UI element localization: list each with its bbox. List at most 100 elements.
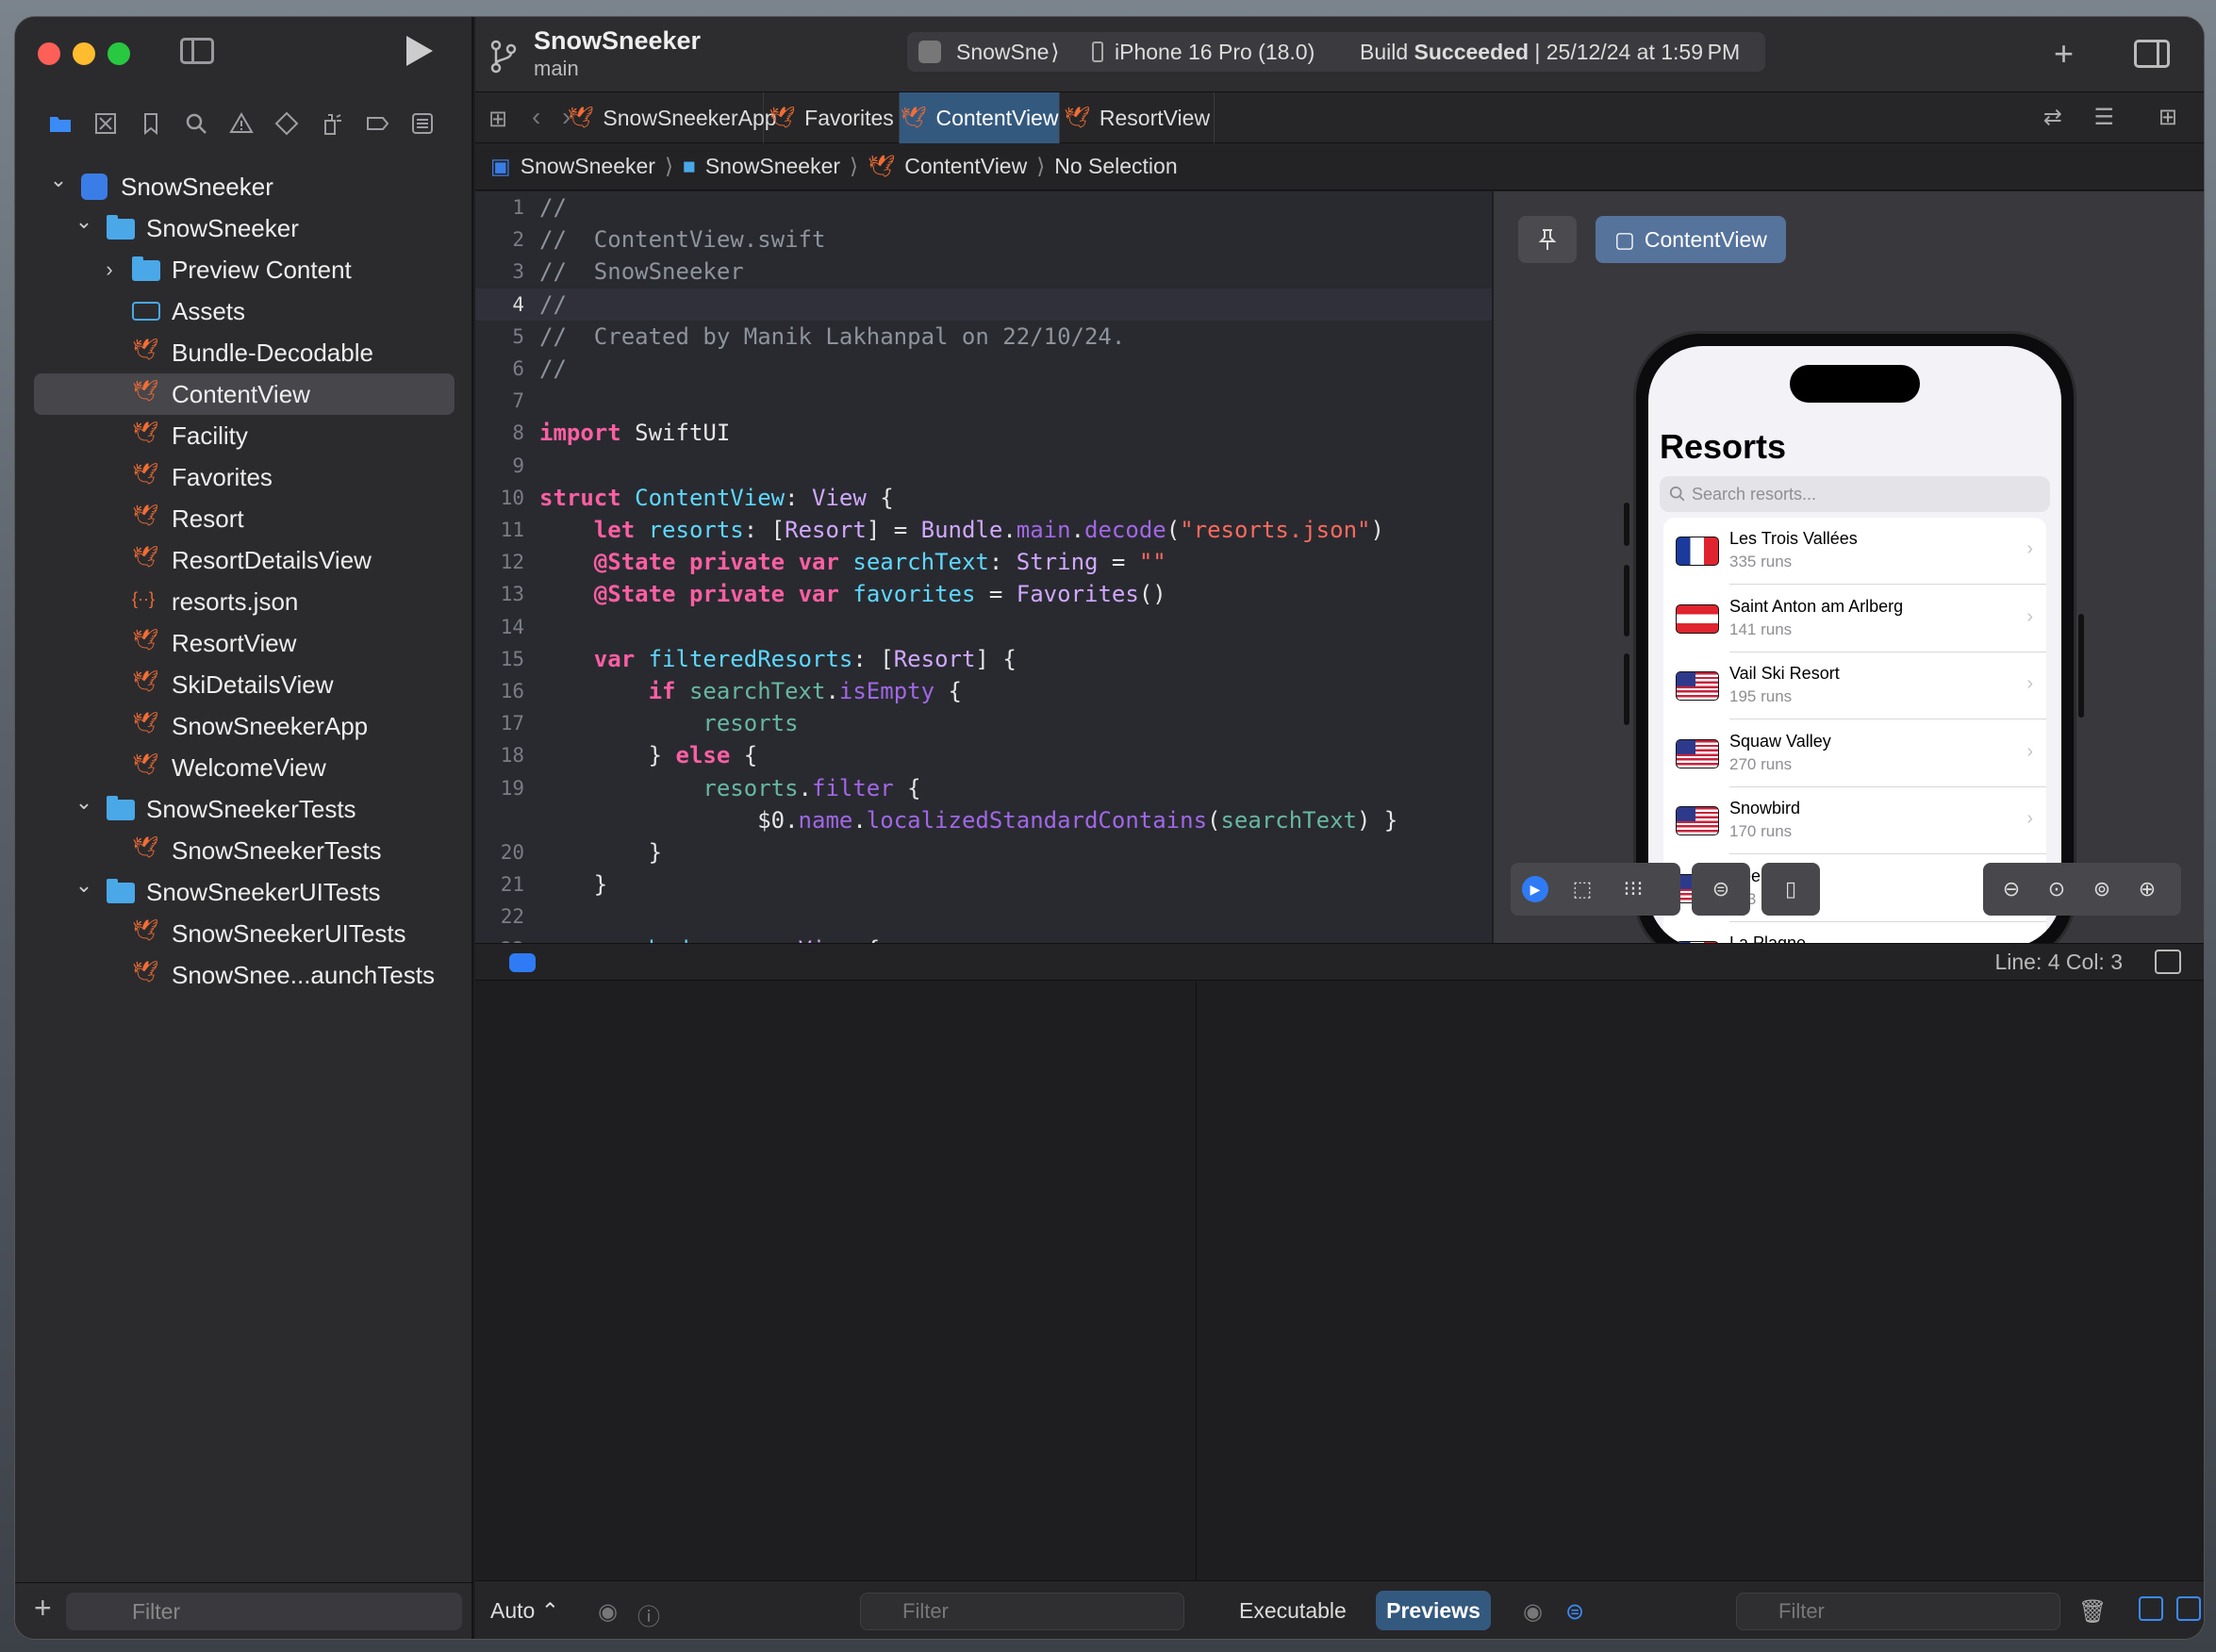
trash-icon[interactable]: 🗑 [2078,1598,2107,1626]
code-line[interactable]: 12 @State private var searchText: String… [475,546,1492,578]
report-icon[interactable] [409,110,436,137]
zoom-100-icon[interactable]: ⊙ [2043,876,2070,902]
code-line[interactable]: 4 // [475,289,1492,321]
device-settings-button[interactable]: ⊜ [1692,863,1750,916]
resort-row[interactable]: Snowbird 170 runs › [1663,787,2046,854]
variants-grid-icon[interactable]: ⁝⁝⁝ [1620,876,1646,902]
tree-item[interactable]: Assets [15,290,473,332]
sidebar-filter-input[interactable]: Filter [66,1593,462,1630]
code-line[interactable]: 10 struct ContentView: View { [475,482,1492,514]
code-line[interactable]: 3 // SnowSneeker [475,256,1492,288]
tree-item[interactable]: › Preview Content [15,249,473,290]
inspector-toggle-icon[interactable] [2134,40,2170,68]
scheme-selector[interactable]: SnowSne ⟩ [956,40,1059,65]
library-plus-icon[interactable]: + [2054,34,2074,74]
device-selector[interactable]: iPhone 16 Pro (18.0) [1115,40,1315,65]
editor-options-icon[interactable]: ☰ [2093,104,2114,131]
code-line[interactable]: 6 // [475,353,1492,385]
toggle-filter-icon[interactable]: ⊜ [1565,1598,1584,1626]
debug-area-toggle-icon[interactable] [2155,950,2181,974]
code-line[interactable]: 22 [475,900,1492,933]
branch-name[interactable]: main [534,57,579,81]
tree-item[interactable]: 🕊 SnowSnee...aunchTests [15,954,473,996]
zoom-fit-icon[interactable]: ⊚ [2089,876,2115,902]
disclosure-closed-icon[interactable]: › [100,257,119,282]
debug-spray-icon[interactable] [319,110,345,137]
code-line[interactable]: 17 resorts [475,707,1492,739]
breakpoint-icon[interactable] [364,110,390,137]
disclosure-open-icon[interactable]: ⌄ [49,168,68,192]
previews-tab[interactable]: Previews [1376,1591,1491,1630]
variables-filter-input[interactable]: Filter [860,1593,1184,1630]
resort-search-field[interactable]: Search resorts... [1660,476,2050,512]
code-line[interactable]: 13 @State private var favorites = Favori… [475,578,1492,610]
tree-item[interactable]: 🕊 SnowSneekerUITests [15,913,473,954]
test-diamond-icon[interactable] [273,110,300,137]
breakpoints-active-icon[interactable] [509,953,536,972]
tree-item[interactable]: 🕊 Bundle-Decodable [15,332,473,373]
tree-item[interactable]: 🕊 WelcomeView [15,747,473,788]
select-mode-icon[interactable]: ⬚ [1569,876,1596,902]
tree-item[interactable]: ⌄ SnowSneeker [15,166,473,207]
run-button[interactable] [406,36,433,66]
show-variables-icon[interactable] [2139,1596,2163,1621]
resort-row[interactable]: Vail Ski Resort 195 runs › [1663,653,2046,719]
code-line[interactable]: 19 resorts.filter { [475,772,1492,804]
resort-row[interactable]: Saint Anton am Arlberg 141 runs › [1663,586,2046,653]
eye-icon[interactable]: ◉ [598,1598,618,1626]
code-line[interactable]: 16 if searchText.isEmpty { [475,675,1492,707]
split-editor-icon[interactable]: ⊞ [2158,104,2177,131]
code-line[interactable]: 20 } [475,836,1492,868]
code-line[interactable]: $0.name.localizedStandardContains(search… [475,804,1492,836]
code-line[interactable]: 9 [475,450,1492,482]
code-line[interactable]: 18 } else { [475,739,1492,771]
info-icon[interactable]: ⓘ [637,1598,660,1631]
disclosure-open-icon[interactable]: ⌄ [74,873,93,898]
jump-bar-item[interactable]: ContentView [904,154,1027,179]
tree-item[interactable]: {··} resorts.json [15,581,473,622]
debug-divider[interactable] [1196,982,1197,1639]
resort-row[interactable]: Squaw Valley 270 runs › [1663,720,2046,787]
bookmark-icon[interactable] [138,110,164,137]
disclosure-open-icon[interactable]: ⌄ [74,209,93,234]
pin-preview-button[interactable] [1518,216,1577,263]
jump-bar-item[interactable]: SnowSneeker [705,154,840,179]
console-filter-input[interactable]: Filter [1736,1593,2060,1630]
tree-item[interactable]: ⌄ SnowSneekerTests [15,788,473,830]
minimize-window-button[interactable] [73,42,95,65]
editor-tab[interactable]: 🕊 Favorites [764,92,900,143]
disclosure-open-icon[interactable]: ⌄ [74,790,93,815]
device-button[interactable]: ▯ [1761,863,1820,916]
sidebar-toggle-icon[interactable] [180,38,214,64]
code-line[interactable]: 11 let resorts: [Resort] = Bundle.main.d… [475,514,1492,546]
zoom-window-button[interactable] [107,42,130,65]
tree-item[interactable]: 🕊 ResortDetailsView [15,539,473,581]
jump-bar-item[interactable]: SnowSneeker [521,154,655,179]
preview-name-pill[interactable]: ▢ ContentView [1596,216,1786,263]
code-line[interactable]: 5 // Created by Manik Lakhanpal on 22/10/… [475,321,1492,353]
grid-icon[interactable]: ⊞ [488,106,507,133]
code-line[interactable]: 8 import SwiftUI [475,417,1492,449]
tree-item[interactable]: 🕊 Resort [15,498,473,539]
tree-item[interactable]: 🕊 ContentView [34,373,455,415]
editor-tab[interactable]: 🕊 ContentView [900,92,1060,143]
variables-scope-selector[interactable]: Auto ⌃ [490,1598,559,1624]
jump-bar-item[interactable]: No Selection [1054,154,1177,179]
editor-tab[interactable]: 🕊 SnowSneekerApp [567,92,777,143]
code-line[interactable]: 2 // ContentView.swift [475,223,1492,256]
show-console-icon[interactable] [2176,1596,2201,1621]
editor-tab[interactable]: 🕊 ResortView [1060,92,1215,143]
issue-warning-icon[interactable] [228,110,255,137]
source-control-icon[interactable] [92,110,119,137]
executable-tab[interactable]: Executable [1239,1598,1347,1624]
resort-row[interactable]: Les Trois Vallées 335 runs › [1663,518,2046,585]
eye-icon[interactable]: ◉ [1523,1598,1543,1626]
add-file-icon[interactable]: + [34,1591,52,1626]
live-preview-icon[interactable]: ▶ [1522,876,1548,902]
code-line[interactable]: 7 [475,385,1492,417]
zoom-out-icon[interactable]: ⊖ [1998,876,2025,902]
tree-item[interactable]: 🕊 ResortView [15,622,473,664]
code-editor[interactable]: 1 // 2 // ContentView.swift 3 // SnowSneeker 4… [475,191,1492,943]
swap-icon[interactable]: ⇄ [2043,104,2062,131]
tree-item[interactable]: 🕊 SnowSneekerApp [15,705,473,747]
